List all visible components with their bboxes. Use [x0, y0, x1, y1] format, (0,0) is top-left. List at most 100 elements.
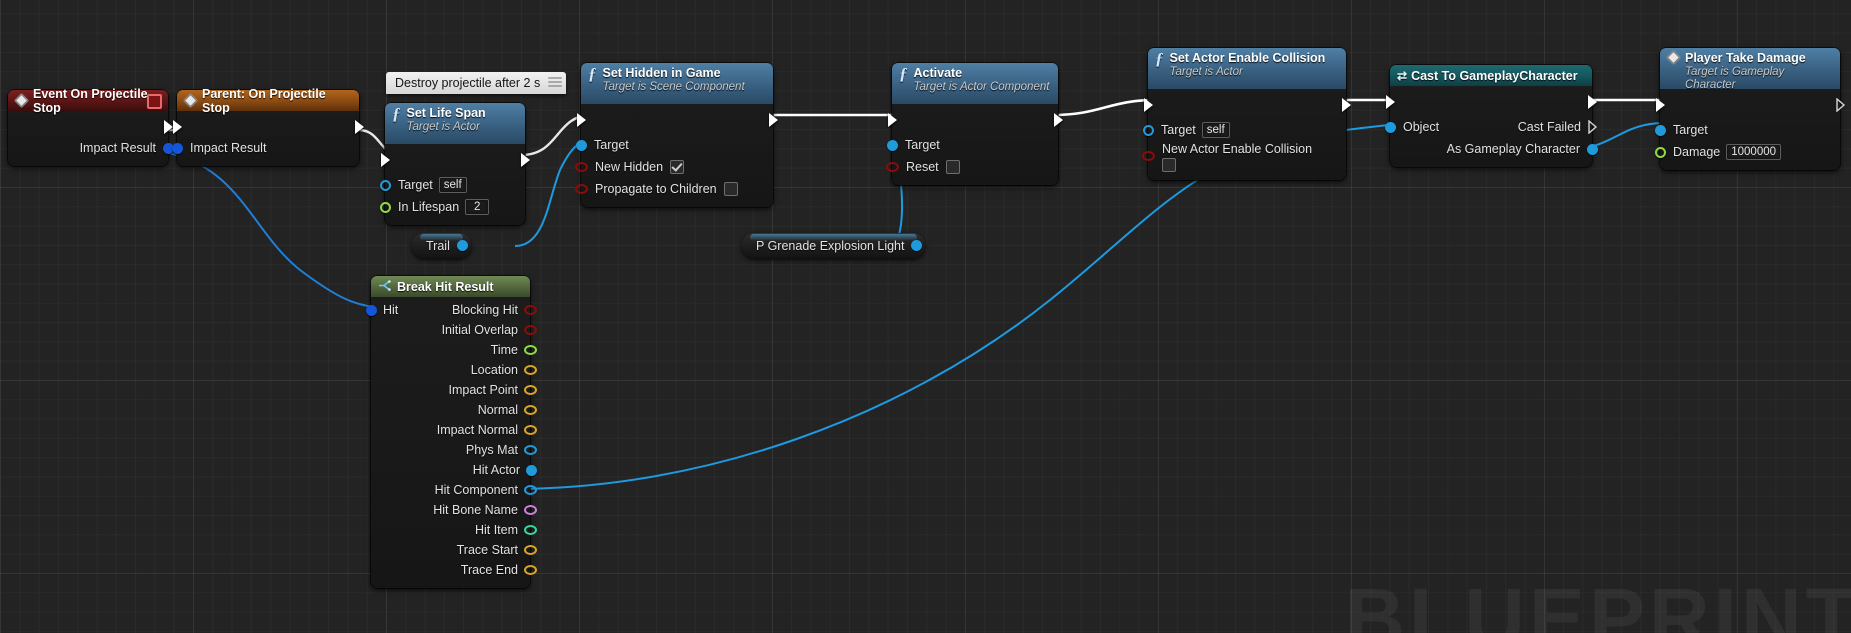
pin-label: Blocking Hit — [452, 303, 518, 317]
pin-row-as-gameplay-character: As Gameplay Character — [1390, 139, 1598, 159]
propagate-to-children-checkbox[interactable] — [723, 182, 738, 196]
cast-failed-exec-output-pin[interactable] — [1588, 120, 1598, 134]
impact-result-input-pin[interactable] — [172, 142, 183, 154]
exec-input-pin[interactable] — [1144, 98, 1153, 112]
node-cast-to-gameplay-character[interactable]: ⇄ Cast To GameplayCharacter Object Cast … — [1385, 65, 1598, 167]
exec-output-pin[interactable] — [355, 120, 364, 134]
initial-overlap-output-pin[interactable] — [524, 325, 537, 335]
exec-output-pin[interactable] — [1588, 95, 1597, 109]
pin-row-time: Time — [371, 340, 537, 360]
in-lifespan-value[interactable]: 2 — [465, 199, 490, 215]
event-stop-badge-icon[interactable] — [147, 94, 162, 109]
node-set-actor-enable-collision[interactable]: ƒ Set Actor Enable Collision Target is A… — [1142, 48, 1351, 180]
pin-label: Initial Overlap — [441, 323, 518, 337]
location-output-pin[interactable] — [524, 365, 537, 375]
pin-label: New Hidden — [595, 160, 664, 174]
exec-row — [577, 109, 778, 131]
reset-input-pin[interactable] — [886, 162, 899, 172]
target-input-pin[interactable] — [380, 179, 391, 191]
node-parent-on-projectile-stop[interactable]: Parent: On Projectile Stop Impact Result — [172, 87, 364, 166]
p-grenade-explosion-light-output-pin[interactable] — [911, 240, 923, 251]
exec-output-pin[interactable] — [769, 113, 778, 127]
resize-grip-icon[interactable] — [548, 75, 563, 91]
node-body: Target Reset — [886, 104, 1063, 185]
exec-input-pin[interactable] — [888, 113, 897, 127]
pin-label: Trail — [426, 238, 450, 253]
node-event-on-projectile-stop[interactable]: Event On Projectile Stop Impact Result — [8, 87, 174, 166]
pin-row-target: Target — [576, 135, 773, 155]
comment-bubble[interactable]: Destroy projectile after 2 s — [386, 72, 567, 94]
blocking-hit-output-pin[interactable] — [524, 305, 537, 315]
node-header[interactable]: ƒ Set Hidden in Game Target is Scene Com… — [581, 63, 773, 104]
trace-start-output-pin[interactable] — [524, 545, 537, 555]
target-input-pin[interactable] — [887, 139, 898, 151]
node-header[interactable]: ⇄ Cast To GameplayCharacter — [1390, 65, 1592, 86]
node-body: Impact Result — [8, 111, 174, 166]
pin-label: Damage — [1673, 145, 1721, 159]
new-actor-enable-collision-input-pin[interactable] — [1142, 151, 1155, 161]
target-input-pin[interactable] — [576, 139, 587, 151]
blueprint-graph-canvas[interactable]: BLUEPRINT Destroy projectile after 2 s E… — [0, 0, 1851, 633]
phys-mat-output-pin[interactable] — [524, 445, 537, 455]
exec-input-pin[interactable] — [381, 153, 390, 167]
pin-label: Hit Item — [474, 523, 518, 537]
exec-output-pin[interactable] — [164, 120, 173, 134]
hit-actor-output-pin[interactable] — [526, 464, 537, 476]
exec-output-pin[interactable] — [1054, 113, 1063, 127]
new-hidden-checkbox[interactable] — [670, 160, 685, 174]
node-title: Set Actor Enable Collision — [1169, 51, 1326, 65]
pin-label: Impact Result — [79, 141, 156, 155]
pin-label: Target — [905, 138, 940, 152]
hit-item-output-pin[interactable] — [524, 525, 537, 535]
object-input-pin[interactable] — [1385, 121, 1396, 133]
hit-input-pin[interactable] — [366, 304, 377, 316]
node-header[interactable]: Player Take Damage Target is Gameplay Ch… — [1660, 48, 1840, 91]
node-variable-p-grenade-explosion-light[interactable]: P Grenade Explosion Light — [742, 233, 926, 258]
exec-input-pin[interactable] — [577, 113, 586, 127]
exec-input-pin[interactable] — [1656, 98, 1665, 112]
node-player-take-damage[interactable]: Player Take Damage Target is Gameplay Ch… — [1655, 48, 1846, 170]
new-hidden-input-pin[interactable] — [575, 162, 588, 172]
propagate-to-children-input-pin[interactable] — [575, 184, 588, 194]
node-set-life-span[interactable]: ƒ Set Life Span Target is Actor Target s… — [380, 103, 530, 225]
impact-point-output-pin[interactable] — [524, 385, 537, 395]
node-header[interactable]: ƒ Set Actor Enable Collision Target is A… — [1148, 48, 1346, 89]
trail-output-pin[interactable] — [456, 240, 468, 251]
pin-label: Impact Result — [190, 141, 267, 155]
node-activate[interactable]: ƒ Activate Target is Actor Component Tar… — [886, 63, 1063, 185]
trace-end-output-pin[interactable] — [524, 565, 537, 575]
pin-row-initial-overlap: Initial Overlap — [371, 320, 537, 340]
as-gameplay-character-output-pin[interactable] — [1587, 143, 1598, 155]
pin-row-hit-blocking-hit: Hit Blocking Hit — [366, 300, 537, 320]
reset-checkbox[interactable] — [945, 160, 960, 174]
impact-normal-output-pin[interactable] — [524, 425, 537, 435]
exec-output-pin[interactable] — [521, 153, 530, 167]
normal-output-pin[interactable] — [524, 405, 537, 415]
node-header[interactable]: ƒ Set Life Span Target is Actor — [385, 103, 525, 144]
exec-output-pin[interactable] — [1342, 98, 1351, 112]
node-break-hit-result[interactable]: Break Hit Result Hit Blocking Hit Initia… — [366, 276, 537, 588]
node-set-hidden-in-game[interactable]: ƒ Set Hidden in Game Target is Scene Com… — [575, 63, 778, 207]
node-body: Target self In Lifespan 2 — [380, 144, 530, 225]
hit-component-output-pin[interactable] — [524, 485, 537, 495]
node-header[interactable]: Break Hit Result — [371, 276, 530, 297]
target-value[interactable]: self — [1201, 122, 1230, 138]
target-value[interactable]: self — [438, 177, 467, 193]
node-variable-trail[interactable]: Trail — [412, 233, 471, 258]
damage-value[interactable]: 1000000 — [1726, 144, 1782, 160]
node-header[interactable]: ƒ Activate Target is Actor Component — [892, 63, 1058, 104]
hit-bone-name-output-pin[interactable] — [524, 505, 537, 515]
exec-input-pin[interactable] — [173, 120, 182, 134]
target-input-pin[interactable] — [1143, 124, 1154, 136]
time-output-pin[interactable] — [524, 345, 537, 355]
in-lifespan-input-pin[interactable] — [380, 201, 391, 213]
damage-input-pin[interactable] — [1655, 146, 1666, 158]
node-header[interactable]: Parent: On Projectile Stop — [177, 87, 359, 115]
new-actor-enable-collision-checkbox[interactable] — [1162, 158, 1176, 172]
exec-output-pin[interactable] — [1836, 98, 1846, 112]
node-header[interactable]: Event On Projectile Stop — [8, 87, 168, 115]
exec-input-pin[interactable] — [1386, 95, 1395, 109]
target-input-pin[interactable] — [1655, 124, 1666, 136]
pin-row-hit-component: Hit Component — [371, 480, 537, 500]
exec-row — [1656, 94, 1846, 116]
